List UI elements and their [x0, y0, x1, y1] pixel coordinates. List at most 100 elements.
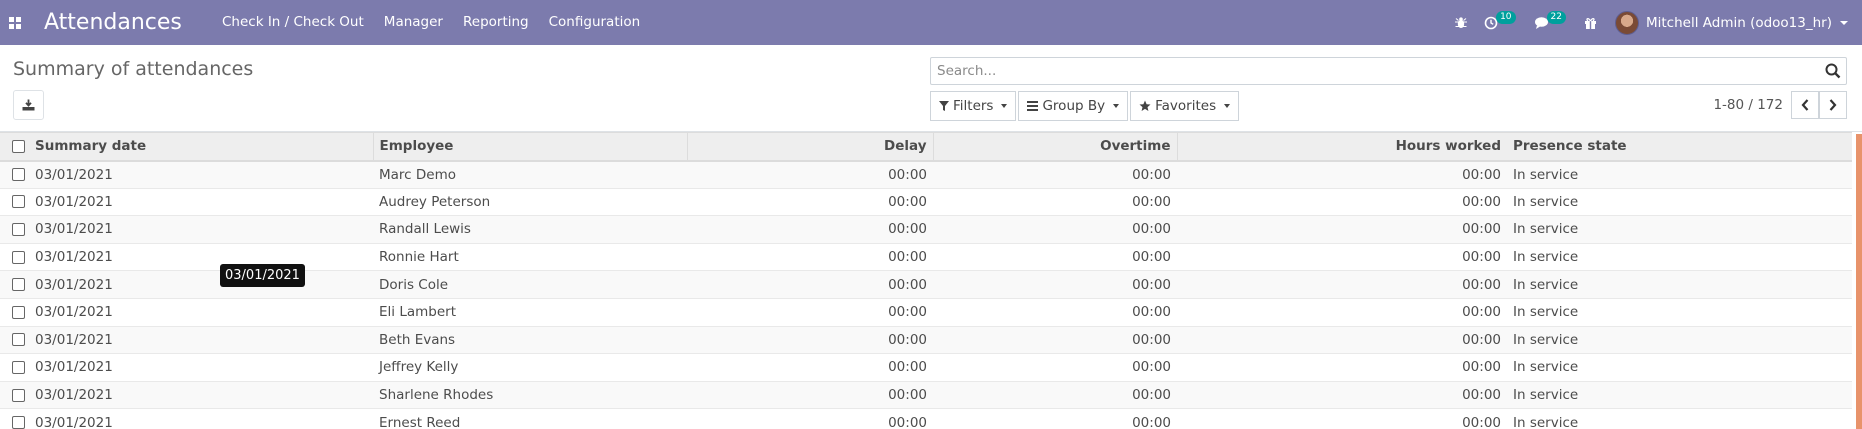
bug-icon[interactable]: [1454, 0, 1468, 45]
row-checkbox[interactable]: [12, 416, 25, 429]
cell-employee: Jeffrey Kelly: [379, 359, 459, 376]
header-presence-state[interactable]: Presence state: [1507, 133, 1852, 161]
table-row[interactable]: 03/01/2021 Sharlene Rhodes 00:00 00:00 00:00…: [0, 381, 1852, 409]
table-row[interactable]: 03/01/2021 Jeffrey Kelly 00:00 00:00 00:00 In…: [0, 354, 1852, 382]
row-checkbox[interactable]: [12, 360, 25, 374]
filter-icon: [939, 101, 949, 111]
cell-overtime: 00:00: [1132, 387, 1171, 404]
search-icon[interactable]: [1824, 62, 1842, 80]
pager-value[interactable]: 1-80 / 172: [1713, 97, 1783, 113]
table-row[interactable]: 03/01/2021 Audrey Peterson 00:00 00:00 00:00…: [0, 188, 1852, 216]
chevron-down-icon: [1001, 104, 1008, 108]
header-hours-worked[interactable]: Hours worked: [1176, 132, 1507, 161]
messages-icon[interactable]: 22: [1534, 0, 1568, 45]
cell-hours-worked: 00:00: [1462, 249, 1501, 266]
search-options: Filters Group By Favorites: [930, 91, 1241, 121]
cell-overtime: 00:00: [1132, 331, 1171, 348]
menu-reporting[interactable]: Reporting: [453, 0, 539, 45]
filters-button[interactable]: Filters: [930, 91, 1017, 121]
chevron-down-icon: [1224, 104, 1231, 108]
cell-delay: 00:00: [888, 249, 927, 266]
cell-employee: Audrey Peterson: [379, 193, 491, 210]
cell-date: 03/01/2021: [35, 221, 113, 238]
favorites-label: Favorites: [1155, 98, 1217, 114]
user-name: Mitchell Admin (odoo13_hr): [1645, 14, 1832, 31]
main-menu: Check In / Check Out Manager Reporting C…: [222, 0, 650, 45]
cell-date: 03/01/2021: [35, 166, 113, 183]
cell-delay: 00:00: [888, 331, 927, 348]
cell-date: 03/01/2021: [35, 331, 113, 348]
cell-hours-worked: 00:00: [1462, 276, 1501, 293]
chevron-right-icon: [1829, 99, 1837, 111]
favorites-button[interactable]: Favorites: [1130, 91, 1240, 121]
header-summary-date[interactable]: Summary date: [0, 133, 373, 161]
app-title[interactable]: Attendances: [44, 10, 222, 35]
cell-employee: Eli Lambert: [379, 304, 456, 321]
header-overtime[interactable]: Overtime: [932, 132, 1177, 161]
cell-hours-worked: 00:00: [1462, 414, 1501, 429]
cell-hours-worked: 00:00: [1462, 193, 1501, 210]
systray: 10 22 Mitchell Admin (odoo13_hr): [1446, 0, 1862, 45]
cell-date: 03/01/2021: [35, 304, 113, 321]
menu-configuration[interactable]: Configuration: [539, 0, 651, 45]
select-all-checkbox[interactable]: [12, 139, 25, 153]
menu-check-in-out[interactable]: Check In / Check Out: [222, 0, 374, 45]
groupby-label: Group By: [1042, 98, 1106, 114]
cell-delay: 00:00: [888, 359, 927, 376]
pager-next-button[interactable]: [1819, 91, 1847, 119]
table-row[interactable]: 03/01/2021 Eli Lambert 00:00 00:00 00:00 In s…: [0, 298, 1852, 327]
download-icon: [22, 99, 35, 111]
cell-employee: Marc Demo: [379, 166, 456, 183]
menu-manager[interactable]: Manager: [374, 0, 453, 45]
cell-employee: Randall Lewis: [379, 221, 471, 238]
cell-hours-worked: 00:00: [1462, 166, 1501, 183]
cell-overtime: 00:00: [1132, 166, 1171, 183]
row-checkbox[interactable]: [12, 278, 25, 292]
cell-presence-state: In service: [1513, 304, 1579, 321]
cell-employee: Doris Cole: [379, 276, 449, 293]
table-row[interactable]: 03/01/2021 Beth Evans 00:00 00:00 00:00 In se…: [0, 326, 1852, 354]
messages-badge: 22: [1546, 11, 1566, 24]
chevron-down-icon: [1113, 104, 1120, 108]
user-menu[interactable]: Mitchell Admin (odoo13_hr): [1614, 10, 1848, 35]
table-row[interactable]: 03/01/2021 Randall Lewis 00:00 00:00 00:00 In…: [0, 215, 1852, 244]
pager-previous-button[interactable]: [1791, 91, 1819, 119]
row-checkbox[interactable]: [12, 250, 25, 264]
download-button[interactable]: [13, 90, 44, 120]
row-checkbox[interactable]: [12, 195, 25, 209]
cell-presence-state: In service: [1513, 166, 1579, 183]
table-row[interactable]: 03/01/2021 Marc Demo 00:00 00:00 00:00 In ser…: [0, 160, 1852, 189]
header-employee[interactable]: Employee: [372, 132, 687, 161]
cell-overtime: 00:00: [1132, 249, 1171, 266]
cell-hours-worked: 00:00: [1462, 387, 1501, 404]
cell-presence-state: In service: [1513, 276, 1579, 293]
header-delay[interactable]: Delay: [686, 132, 933, 161]
cell-presence-state: In service: [1513, 193, 1579, 210]
cell-presence-state: In service: [1513, 414, 1579, 429]
search-input[interactable]: [931, 58, 1811, 84]
cell-hours-worked: 00:00: [1462, 359, 1501, 376]
scrollbar-accent[interactable]: [1856, 134, 1862, 429]
row-checkbox[interactable]: [12, 305, 25, 319]
table-row[interactable]: 03/01/2021 Ernest Reed 00:00 00:00 00:00 In s…: [0, 409, 1852, 429]
cell-employee: Ronnie Hart: [379, 249, 459, 266]
cell-date: 03/01/2021: [35, 276, 113, 293]
chevron-down-icon: [1840, 20, 1848, 25]
cell-delay: 00:00: [888, 166, 927, 183]
chevron-left-icon: [1801, 99, 1809, 111]
top-navbar: Attendances Check In / Check Out Manager…: [0, 0, 1862, 45]
row-checkbox[interactable]: [12, 222, 25, 236]
row-checkbox[interactable]: [12, 388, 25, 402]
pager: 1-80 / 172: [1713, 91, 1847, 119]
search-bar: [930, 57, 1847, 85]
cell-overtime: 00:00: [1132, 221, 1171, 238]
cell-presence-state: In service: [1513, 249, 1579, 266]
gift-icon[interactable]: [1584, 0, 1597, 45]
cell-date: 03/01/2021: [35, 414, 113, 429]
apps-menu-icon[interactable]: [0, 0, 30, 45]
activity-clock-icon[interactable]: 10: [1484, 0, 1517, 45]
row-checkbox[interactable]: [12, 168, 25, 182]
cell-date: 03/01/2021: [35, 249, 113, 266]
row-checkbox[interactable]: [12, 333, 25, 347]
groupby-button[interactable]: Group By: [1018, 91, 1129, 121]
